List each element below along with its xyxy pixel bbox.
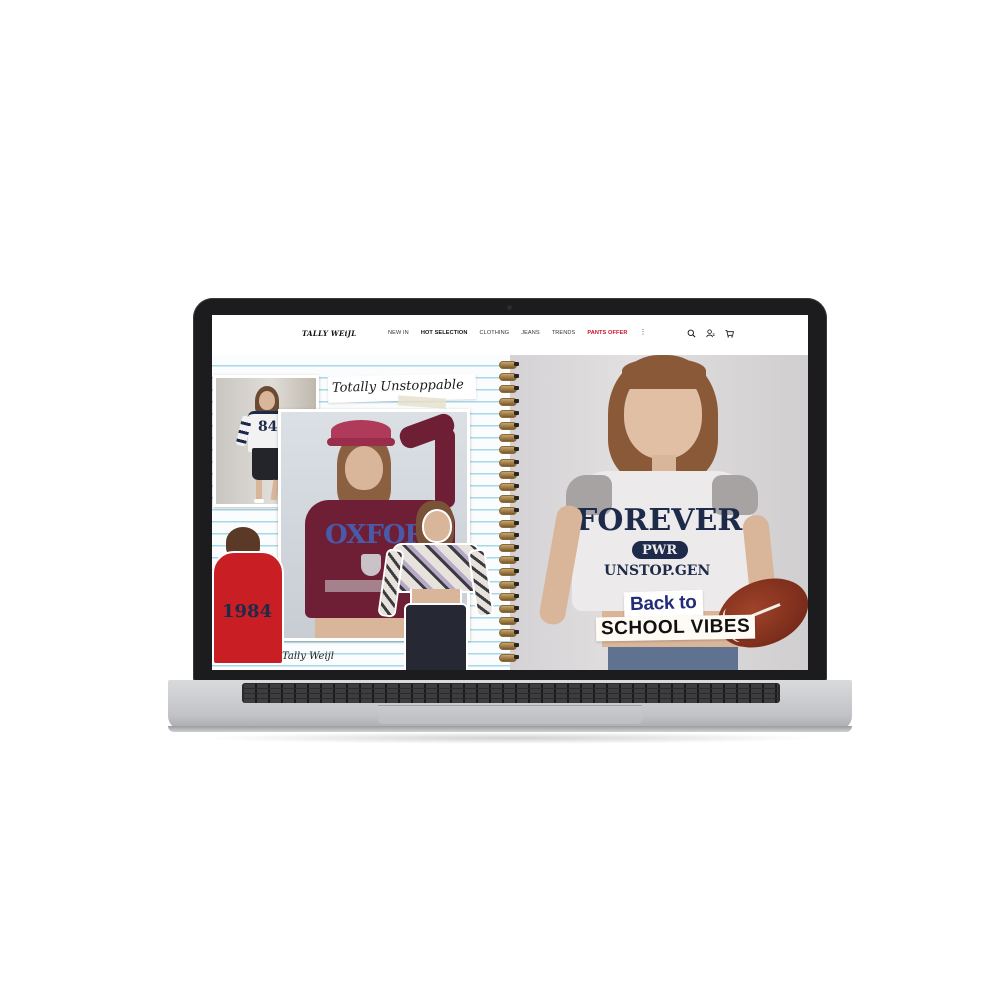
spiral-ring [495,580,521,589]
photo-printed-top [377,499,495,670]
spiral-ring [495,605,521,613]
account-icon[interactable] [706,329,715,338]
spiral-ring [495,361,521,369]
nav-trends[interactable]: TRENDS [552,330,576,336]
spiral-ring [495,397,521,406]
spiral-ring [495,519,521,528]
nav-hot-selection[interactable]: HOT SELECTION [421,330,468,336]
spiral-ring [495,385,521,394]
promo-headline-bottom: SCHOOL VIBES [595,614,756,642]
spiral-ring [495,592,521,601]
notebook-left-page: 84 Totally Unstoppable OXFORD 1984 Tally… [212,355,510,670]
laptop-screen: TALLY WEiJL NEW IN HOT SELECTION CLOTHIN… [212,315,808,670]
kebab-menu-icon[interactable]: ⋮ [640,329,647,336]
spiral-ring [495,653,521,662]
keyboard [242,683,780,703]
spiral-ring [495,373,521,382]
trackpad [378,705,642,724]
tape-strip [397,395,447,409]
spiral-ring [495,422,521,430]
cart-icon[interactable] [725,329,734,338]
spiral-ring [495,409,521,418]
notebook-right-page: FOREVER PWR UNSTOP.GEN Back to SCHOOL VI… [510,355,808,670]
spiral-ring [495,544,521,552]
spiral-ring [495,495,521,504]
nav-jeans[interactable]: JEANS [521,330,540,336]
photo-red-hoodie: 1984 [212,525,284,670]
spiral-ring [495,556,521,565]
model-figure [377,499,495,670]
promo-headline-top: Back to [623,589,703,619]
nav-clothing[interactable]: CLOTHING [480,330,510,336]
spiral-ring [495,568,521,577]
main-nav: NEW IN HOT SELECTION CLOTHING JEANS TREN… [388,329,647,336]
spiral-ring [495,458,521,467]
header-icons [687,329,734,338]
tee-print-line2: UNSTOP.GEN [604,563,711,579]
spiral-ring [495,507,521,516]
spiral-ring [495,617,521,626]
spiral-ring [495,470,521,479]
spiral-ring [495,629,521,638]
script-title: Totally Unstoppable [331,377,465,396]
tee-print-badge: PWR [642,543,678,558]
brand-logo[interactable]: TALLY WEiJL [302,329,356,338]
spiral-ring [495,483,521,491]
nav-new-in[interactable]: NEW IN [388,330,409,336]
hoodie-print: 1984 [222,601,273,622]
brand-signature: Tally Weijl [282,651,334,662]
spiral-ring [495,434,521,443]
hero-banner[interactable]: 84 Totally Unstoppable OXFORD 1984 Tally… [212,355,808,670]
site-header: TALLY WEiJL NEW IN HOT SELECTION CLOTHIN… [212,315,808,356]
tee-print-line1: FOREVER [576,503,743,538]
spiral-binding [495,361,521,669]
jersey-number: 84 [258,419,278,435]
spiral-ring [495,531,521,540]
nav-pants-offer[interactable]: PANTS OFFER [587,330,627,336]
promo-line2: SCHOOL VIBES [600,615,751,640]
laptop-shadow [200,732,820,744]
search-icon[interactable] [687,329,696,338]
webcam [507,305,512,310]
spiral-ring [495,446,521,455]
model-figure: 1984 [212,525,284,670]
promo-line1: Back to [629,591,697,616]
spiral-ring [495,641,521,650]
